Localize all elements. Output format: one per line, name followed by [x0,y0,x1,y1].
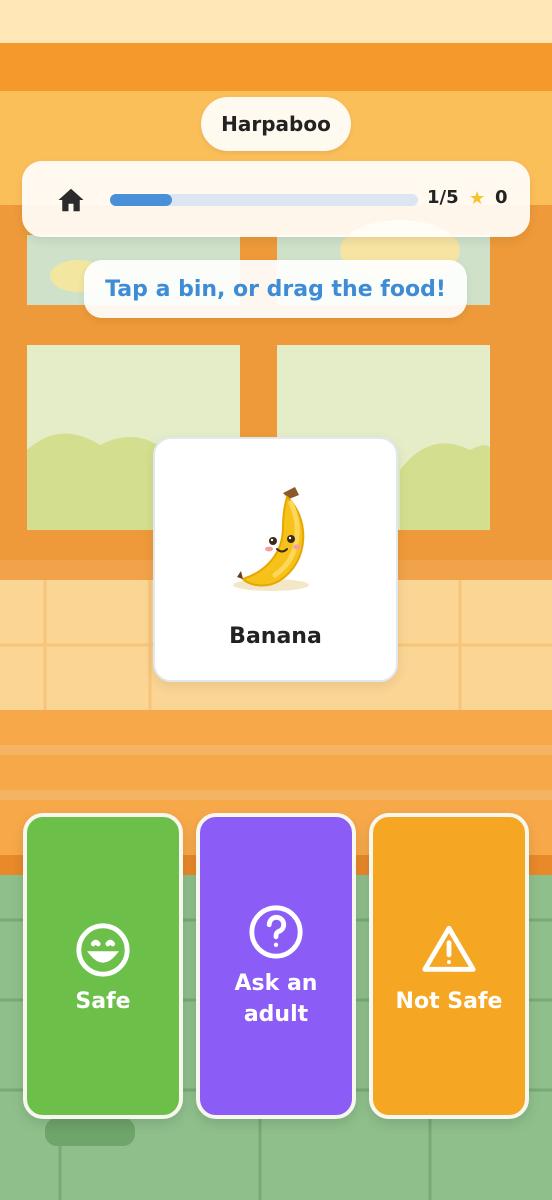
app-title: Harpaboo [201,97,351,151]
bin-ask-adult[interactable]: Ask an adult [196,813,356,1119]
bin-safe[interactable]: Safe [23,813,183,1119]
star-icon: ★ [469,188,486,209]
bin-not-safe[interactable]: Not Safe [369,813,529,1119]
banana-illustration [209,477,345,613]
score-value: 0 [495,187,508,208]
bin-not-safe-label: Not Safe [395,989,503,1014]
warning-icon [420,921,478,983]
top-status-bar: 1/5 ★ 0 [22,161,530,237]
progress-fill [110,194,172,206]
bin-safe-label: Safe [75,989,131,1014]
food-card[interactable]: Banana [153,437,398,682]
food-name: Banana [229,624,322,649]
home-icon[interactable] [56,185,86,215]
progress-counter: 1/5 [427,187,459,208]
bin-ask-adult-label: Ask an adult [234,971,318,1027]
smile-icon [74,921,132,983]
question-icon [247,903,305,965]
hint-banner: Tap a bin, or drag the food! [84,260,467,318]
progress-bar [110,194,418,206]
